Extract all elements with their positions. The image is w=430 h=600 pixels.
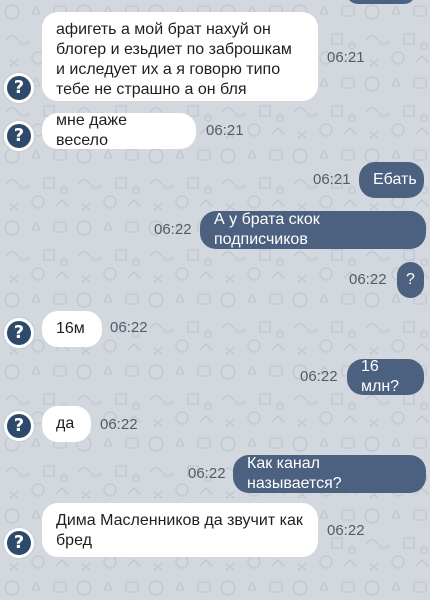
incoming-message-bubble[interactable]: Дима Масленников да звучит как бред	[42, 503, 318, 557]
incoming-message-bubble[interactable]: да	[42, 406, 91, 442]
outgoing-message-bubble[interactable]: Ебать	[359, 162, 424, 198]
outgoing-message-bubble[interactable]: Как канал называется?	[233, 455, 426, 493]
sender-avatar[interactable]: ?	[4, 528, 34, 558]
message-text: Дима Масленников да звучит как бред	[56, 512, 303, 549]
message-text: Как канал называется?	[247, 455, 342, 492]
sender-avatar[interactable]: ?	[4, 411, 34, 441]
incoming-message-bubble[interactable]: 16м	[42, 311, 102, 347]
message-text: афигеть а мой брат нахуй он блогер и езь…	[56, 21, 292, 98]
question-mark-icon: ?	[7, 76, 31, 100]
sender-avatar[interactable]: ?	[4, 121, 34, 151]
question-mark-icon: ?	[7, 124, 31, 148]
outgoing-message-bubble[interactable]: 16 млн?	[347, 358, 424, 395]
outgoing-message-bubble[interactable]: А у брата скок подписчиков	[200, 211, 426, 249]
message-timestamp: 06:22	[300, 368, 338, 385]
previous-message-bubble-edge	[346, 0, 416, 4]
outgoing-message-bubble[interactable]: ?	[397, 262, 424, 298]
message-timestamp: 06:22	[327, 522, 365, 539]
message-timestamp: 06:22	[110, 319, 148, 336]
question-mark-icon: ?	[7, 414, 31, 438]
question-mark-icon: ?	[7, 321, 31, 345]
question-mark-icon: ?	[7, 531, 31, 555]
message-timestamp: 06:22	[154, 221, 192, 238]
message-timestamp: 06:22	[188, 465, 226, 482]
sender-avatar[interactable]: ?	[4, 73, 34, 103]
message-timestamp: 06:22	[100, 416, 138, 433]
incoming-message-bubble[interactable]: афигеть а мой брат нахуй он блогер и езь…	[42, 12, 318, 101]
message-timestamp: 06:21	[206, 122, 244, 139]
incoming-message-bubble[interactable]: мне даже весело	[42, 112, 196, 149]
message-text: да	[56, 415, 75, 432]
message-text: 16м	[56, 320, 85, 337]
sender-avatar[interactable]: ?	[4, 318, 34, 348]
message-text: Ебать	[373, 171, 417, 188]
message-timestamp: 06:21	[313, 171, 351, 188]
message-text: ?	[406, 271, 415, 288]
message-timestamp: 06:22	[349, 271, 387, 288]
message-text: мне даже весело	[56, 112, 128, 149]
message-text: 16 млн?	[361, 358, 400, 395]
message-timestamp: 06:21	[327, 49, 365, 66]
message-text: А у брата скок подписчиков	[214, 211, 320, 248]
